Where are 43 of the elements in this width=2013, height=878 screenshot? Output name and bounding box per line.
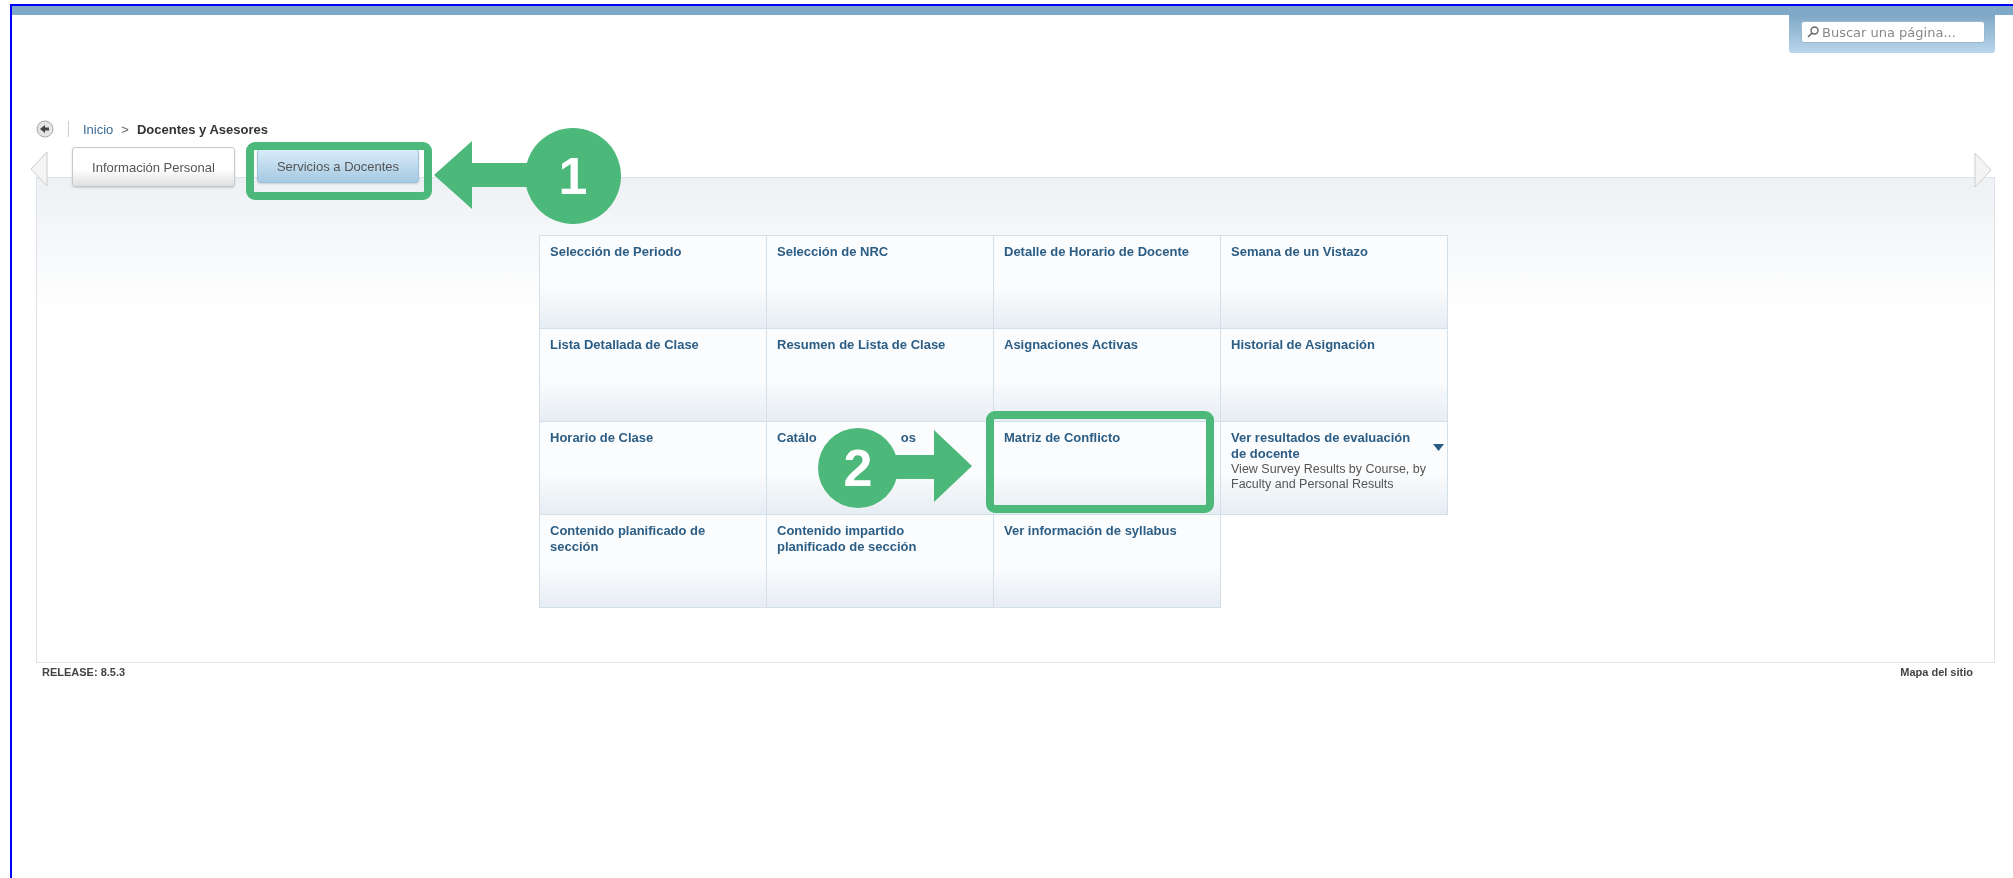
tile-link[interactable]: Asignaciones Activas [1004,337,1210,353]
menu-tile[interactable]: Contenido impartido planificado de sección [766,514,994,608]
tile-link[interactable]: Semana de un Vistazo [1231,244,1437,260]
tab[interactable]: Información Personal [72,147,235,187]
tile-link[interactable]: Horario de Clase [550,430,756,446]
tile-link[interactable]: Contenido impartido planificado de sección [777,523,983,555]
menu-tile[interactable]: Asignaciones Activas [993,328,1221,422]
tile-link[interactable]: Historial de Asignación [1231,337,1437,353]
menu-tile[interactable]: Selección de NRC [766,235,994,329]
menu-tile[interactable]: Contenido planificado de sección [539,514,767,608]
tile-link[interactable]: Matriz de Conflicto [1004,430,1210,446]
site-map-link[interactable]: Mapa del sitio [1900,666,1973,678]
menu-tile[interactable]: Detalle de Horario de Docente [993,235,1221,329]
tile-link[interactable]: Resumen de Lista de Clase [777,337,983,353]
tile-link[interactable]: Selección de Periodo [550,244,756,260]
tile-link[interactable]: Detalle de Horario de Docente [1004,244,1210,260]
menu-tile[interactable]: Ver resultados de evaluación de docente View Survey Results by Course, by Faculty and Personal Results [1220,421,1448,515]
search-field[interactable]: Buscar una página... [1801,21,1985,43]
arrow-icon [895,430,972,502]
menu-tile[interactable]: Selección de Periodo [539,235,767,329]
menu-tile[interactable]: Historial de Asignación [1220,328,1448,422]
tile-link[interactable]: Contenido planificado de sección [550,523,756,555]
menu-tile[interactable]: Resumen de Lista de Clase [766,328,994,422]
tile-link[interactable]: Catálo [777,430,817,446]
release-label: RELEASE: 8.5.3 [42,666,126,678]
breadcrumb-separator: > [121,121,129,137]
tile-link[interactable]: Ver resultados de evaluación de docente [1231,430,1437,462]
search-icon [1807,26,1819,38]
breadcrumb-link[interactable]: Inicio [83,121,114,137]
menu-tile[interactable]: Semana de un Vistazo [1220,235,1448,329]
tile-link[interactable]: os [900,430,916,446]
menu-tile[interactable]: Horario de Clase [539,421,767,515]
tile-link[interactable]: Lista Detallada de Clase [550,337,756,353]
back-icon[interactable] [36,120,54,138]
menu-tile[interactable]: Ver información de syllabus [993,514,1221,608]
tile-link[interactable]: Ver información de syllabus [1004,523,1210,539]
menu-tile[interactable]: Lista Detallada de Clase [539,328,767,422]
tile-link[interactable]: Selección de NRC [777,244,983,260]
tile-description: View Survey Results by Course, by Faculty and Personal Results [1231,462,1427,492]
tab[interactable]: Servicios a Docentes [257,149,419,183]
breadcrumb-current: Docentes y Asesores [136,121,268,137]
step-number-badge: 1 [525,128,621,224]
caret-icon[interactable] [1433,444,1444,451]
